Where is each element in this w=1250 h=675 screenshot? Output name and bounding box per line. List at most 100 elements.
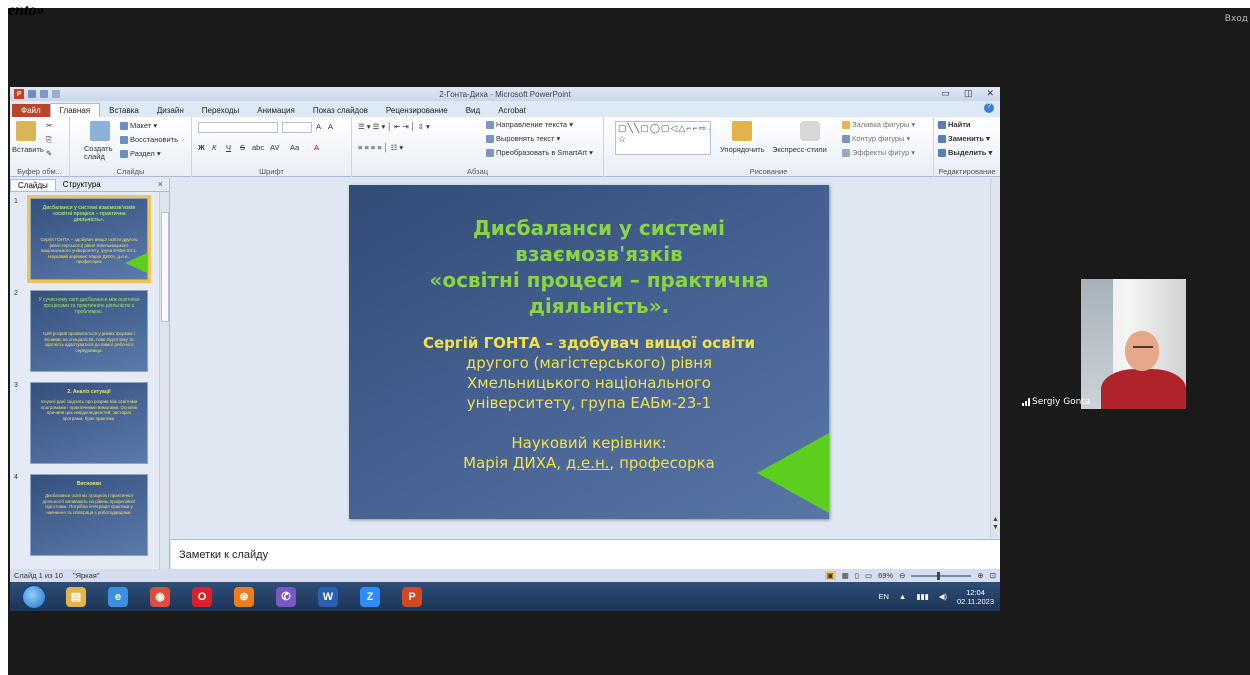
bold-button[interactable]: Ж — [198, 143, 205, 152]
change-case-button[interactable]: Aa — [290, 143, 299, 152]
panel-scrollbar[interactable] — [159, 192, 169, 578]
replace-button[interactable]: Заменить ▾ — [938, 134, 990, 144]
align-icons[interactable]: ≡ ≡ ≡ ≡ │ ☷ ▾ — [358, 143, 403, 152]
font-color-button[interactable]: A — [314, 143, 319, 152]
tab-view[interactable]: Вид — [457, 104, 489, 117]
char-spacing-button[interactable]: AV — [270, 143, 279, 152]
shape-fill-button[interactable]: Заливка фигуры ▾ — [842, 120, 915, 130]
normal-view-icon[interactable]: ▣ — [824, 571, 836, 580]
slide-nav-arrows-icon[interactable]: ▲ ▼ — [992, 516, 999, 532]
tab-slideshow[interactable]: Показ слайдов — [304, 104, 377, 117]
font-size-combo[interactable] — [282, 122, 312, 133]
tab-animation[interactable]: Анимация — [248, 104, 304, 117]
quick-styles-icon[interactable] — [800, 121, 820, 141]
taskbar-app-button[interactable]: ◉ — [140, 584, 180, 610]
font-family-combo[interactable] — [198, 122, 278, 133]
find-button[interactable]: Найти — [938, 120, 970, 130]
slide-thumbnail-row[interactable]: 3 2. Аналіз ситуації Існуючі дані свідча… — [14, 382, 166, 472]
quick-styles-button[interactable]: Экспресс-стили — [772, 145, 827, 154]
reset-button[interactable]: Восстановить — [120, 135, 178, 145]
layout-button[interactable]: Макет ▾ — [120, 121, 157, 131]
network-icon[interactable]: ▮▮▮ — [916, 592, 928, 601]
reading-view-icon[interactable]: ▯ — [855, 571, 859, 580]
copy-icon[interactable]: ⎘ — [46, 135, 52, 145]
current-slide[interactable]: Дисбаланси у системі взаємозв'язків «осв… — [349, 185, 829, 519]
slide-thumbnail[interactable]: 2. Аналіз ситуації Існуючі дані свідчать… — [30, 382, 148, 464]
italic-button[interactable]: К — [212, 143, 216, 152]
redo-icon[interactable] — [52, 90, 60, 98]
tab-acrobat[interactable]: Acrobat — [489, 104, 535, 117]
shadow-button[interactable]: abc — [252, 143, 264, 152]
panel-scroll-thumb[interactable] — [161, 212, 169, 322]
language-indicator[interactable]: EN — [879, 592, 889, 601]
slide-thumbnail-row[interactable]: 4 Висновки Дисбаланси освітніх процесів … — [14, 474, 166, 574]
taskbar-app-button[interactable]: ▤ — [56, 584, 96, 610]
tab-home[interactable]: Главная — [49, 103, 101, 117]
slide-title[interactable]: Дисбаланси у системі взаємозв'язків «осв… — [389, 215, 809, 319]
tab-file[interactable]: Файл — [12, 104, 50, 117]
tab-transitions[interactable]: Переходы — [193, 104, 249, 117]
text-direction-button[interactable]: Направление текста ▾ — [486, 120, 573, 130]
slide-scrollbar[interactable]: ▲ ▼ — [990, 178, 1000, 538]
grow-font-icon[interactable]: A — [316, 122, 321, 131]
slideshow-view-icon[interactable]: ▭ — [865, 571, 872, 580]
save-icon[interactable] — [28, 90, 36, 98]
zoom-out-icon[interactable]: ⊖ — [899, 571, 905, 580]
tab-review[interactable]: Рецензирование — [377, 104, 457, 117]
taskbar-app-button[interactable]: e — [98, 584, 138, 610]
slide-thumbnail[interactable]: У сучасному світі дисбаланси між освітні… — [30, 290, 148, 372]
join-button[interactable]: Вход — [1225, 14, 1248, 24]
taskbar-app-button[interactable]: O — [182, 584, 222, 610]
clock[interactable]: 12:04 02.11.2023 — [957, 588, 994, 606]
volume-icon[interactable]: ◀) — [939, 592, 947, 601]
slide-author-block[interactable]: Сергій ГОНТА – здобувач вищої освіти дру… — [369, 333, 809, 413]
taskbar-app-button[interactable]: ⊛ — [224, 584, 264, 610]
section-button[interactable]: Раздел ▾ — [120, 149, 161, 159]
taskbar-app-button[interactable]: Z — [350, 584, 390, 610]
shape-outline-button[interactable]: Контур фигуры ▾ — [842, 134, 910, 144]
slide-supervisor-block[interactable]: Науковий керівник: Марія ДИХА, д.е.н., п… — [369, 433, 809, 473]
cut-icon[interactable]: ✂ — [46, 121, 52, 130]
select-button[interactable]: Выделить ▾ — [938, 148, 992, 158]
participant-video[interactable] — [1081, 279, 1186, 409]
minimize-icon[interactable]: ▭ — [941, 88, 950, 99]
new-slide-button[interactable]: Создать слайд — [84, 145, 116, 161]
bullets-icon[interactable]: ☰ ▾ ☰ ▾ │ ⇤ ⇥ │ ⇳ ▾ — [358, 122, 430, 131]
notes-pane[interactable]: Заметки к слайду — [171, 539, 1000, 569]
panel-close-icon[interactable]: × — [158, 179, 163, 189]
help-icon[interactable]: ? — [984, 103, 994, 113]
align-text-button[interactable]: Выровнять текст ▾ — [486, 134, 560, 144]
fit-slide-icon[interactable]: ⊡ — [990, 571, 996, 580]
sorter-view-icon[interactable]: ▦ — [842, 571, 849, 580]
strike-button[interactable]: S — [240, 143, 245, 152]
tab-insert[interactable]: Вставка — [100, 104, 148, 117]
slide-thumbnail-row[interactable]: 1 Дисбаланси у системі взаємозв'язків «о… — [14, 195, 166, 288]
maximize-icon[interactable]: ◫ — [964, 88, 973, 99]
shape-effects-button[interactable]: Эффекты фигур ▾ — [842, 148, 915, 158]
underline-button[interactable]: Ч — [226, 143, 231, 152]
slide-thumbnail-row[interactable]: 2 У сучасному світі дисбаланси між освіт… — [14, 290, 166, 380]
smartart-button[interactable]: Преобразовать в SmartArt ▾ — [486, 148, 593, 158]
paste-icon[interactable] — [16, 121, 36, 141]
new-slide-icon[interactable] — [90, 121, 110, 141]
slide-thumbnail[interactable]: Висновки Дисбаланси освітніх процесів і … — [30, 474, 148, 556]
slide-thumbnail[interactable]: Дисбаланси у системі взаємозв'язків «осв… — [27, 195, 151, 283]
shrink-font-icon[interactable]: A — [328, 122, 333, 131]
arrange-icon[interactable] — [732, 121, 752, 141]
tray-arrow-icon[interactable]: ▲ — [899, 592, 906, 601]
paste-button[interactable]: Вставить — [12, 145, 44, 154]
start-button[interactable] — [22, 584, 46, 609]
arrange-button[interactable]: Упорядочить — [720, 145, 765, 154]
close-icon[interactable]: ✕ — [986, 88, 994, 99]
zoom-slider[interactable] — [911, 571, 972, 580]
zoom-in-icon[interactable]: ⊕ — [977, 571, 983, 580]
tab-design[interactable]: Дизайн — [148, 104, 193, 117]
undo-icon[interactable] — [40, 90, 48, 98]
taskbar-app-button[interactable]: ✆ — [266, 584, 306, 610]
tab-slides[interactable]: Слайды — [10, 178, 56, 191]
zoom-level[interactable]: 69% — [878, 571, 893, 580]
taskbar-app-button[interactable]: W — [308, 584, 348, 610]
taskbar-app-button[interactable]: P — [392, 584, 432, 610]
format-painter-icon[interactable]: ✎ — [46, 149, 52, 158]
tab-outline[interactable]: Структура — [56, 179, 108, 190]
